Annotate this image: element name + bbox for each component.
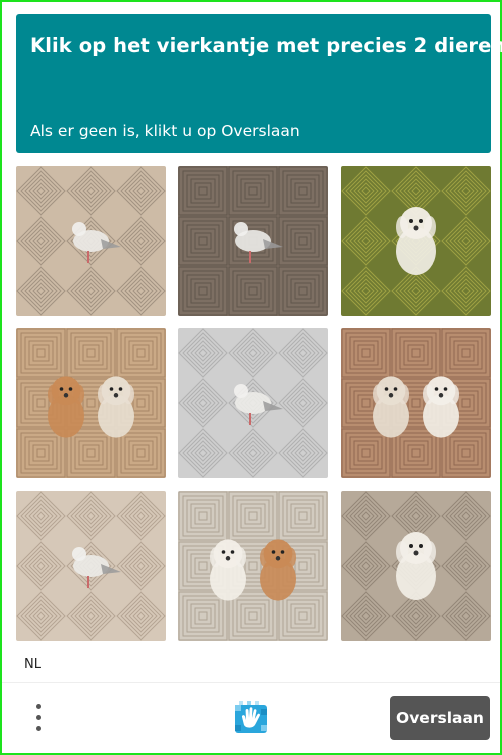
image-tile-9[interactable] xyxy=(341,491,491,641)
image-tile-7[interactable] xyxy=(16,491,166,641)
footer-divider xyxy=(2,682,500,683)
image-grid xyxy=(16,166,492,642)
vertical-dots-icon[interactable] xyxy=(28,702,50,734)
captcha-frame: Klik op het vierkantje met precies 2 die… xyxy=(0,0,502,755)
image-tile-5[interactable] xyxy=(178,328,328,478)
hand-logo-icon xyxy=(233,699,269,735)
image-tile-8[interactable] xyxy=(178,491,328,641)
image-tile-1[interactable] xyxy=(16,166,166,316)
language-selector[interactable]: NL xyxy=(24,657,41,672)
image-tile-4[interactable] xyxy=(16,328,166,478)
image-tile-3[interactable] xyxy=(341,166,491,316)
image-tile-6[interactable] xyxy=(341,328,491,478)
challenge-header: Klik op het vierkantje met precies 2 die… xyxy=(16,14,502,153)
challenge-prompt: Klik op het vierkantje met precies 2 die… xyxy=(30,34,502,57)
image-tile-2[interactable] xyxy=(178,166,328,316)
challenge-hint: Als er geen is, klikt u op Overslaan xyxy=(30,122,300,140)
skip-button[interactable]: Overslaan xyxy=(390,696,490,740)
